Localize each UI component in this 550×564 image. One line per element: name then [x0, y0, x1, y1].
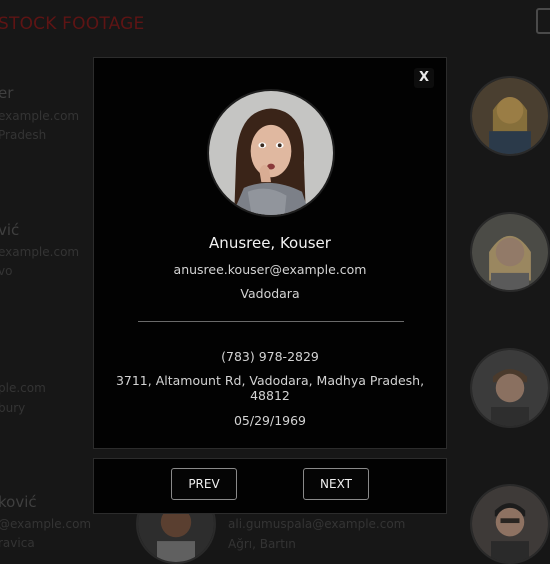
bg-card-name: ković — [0, 493, 37, 511]
avatar[interactable] — [470, 484, 550, 564]
divider — [138, 321, 404, 322]
bg-card-email: example.com — [0, 109, 80, 123]
bg-card-email: ali.gumuspala@example.com — [228, 517, 406, 531]
next-button[interactable]: NEXT — [303, 468, 369, 500]
bg-card-location: Ağrı, Bartın — [228, 537, 296, 551]
bg-card-email: example.com — [0, 245, 80, 259]
contact-city: Vadodara — [240, 286, 300, 301]
bg-card-location: bury — [0, 401, 26, 415]
bg-card-email: ple.com — [0, 381, 46, 395]
bg-card-name: er — [0, 84, 14, 102]
contact-address: 3711, Altamount Rd, Vadodara, Madhya Pra… — [115, 373, 425, 403]
avatar[interactable] — [470, 212, 550, 292]
bg-card-location: vo — [0, 264, 13, 278]
contact-name: Anusree, Kouser — [209, 234, 331, 252]
bg-card-location: Pradesh — [0, 128, 47, 142]
brand-logo[interactable]: STOCK FOOTAGE — [0, 14, 144, 34]
contact-dob: 05/29/1969 — [233, 413, 307, 428]
header-button[interactable] — [536, 8, 550, 34]
contact-email: anusree.kouser@example.com — [173, 262, 367, 277]
close-button[interactable]: X — [414, 68, 434, 88]
bg-card-location: ravica — [0, 536, 35, 550]
bg-card-email: @example.com — [0, 517, 92, 531]
avatar[interactable] — [470, 76, 550, 156]
modal-footer: PREV NEXT — [93, 458, 447, 514]
contact-phone: (783) 978-2829 — [221, 349, 319, 364]
bg-card-name: vić — [0, 221, 20, 239]
profile-modal: X Anusree, Kouser anusree.kouser@example… — [93, 57, 447, 449]
prev-button[interactable]: PREV — [171, 468, 237, 500]
avatar[interactable] — [470, 348, 550, 428]
profile-photo — [207, 89, 335, 217]
